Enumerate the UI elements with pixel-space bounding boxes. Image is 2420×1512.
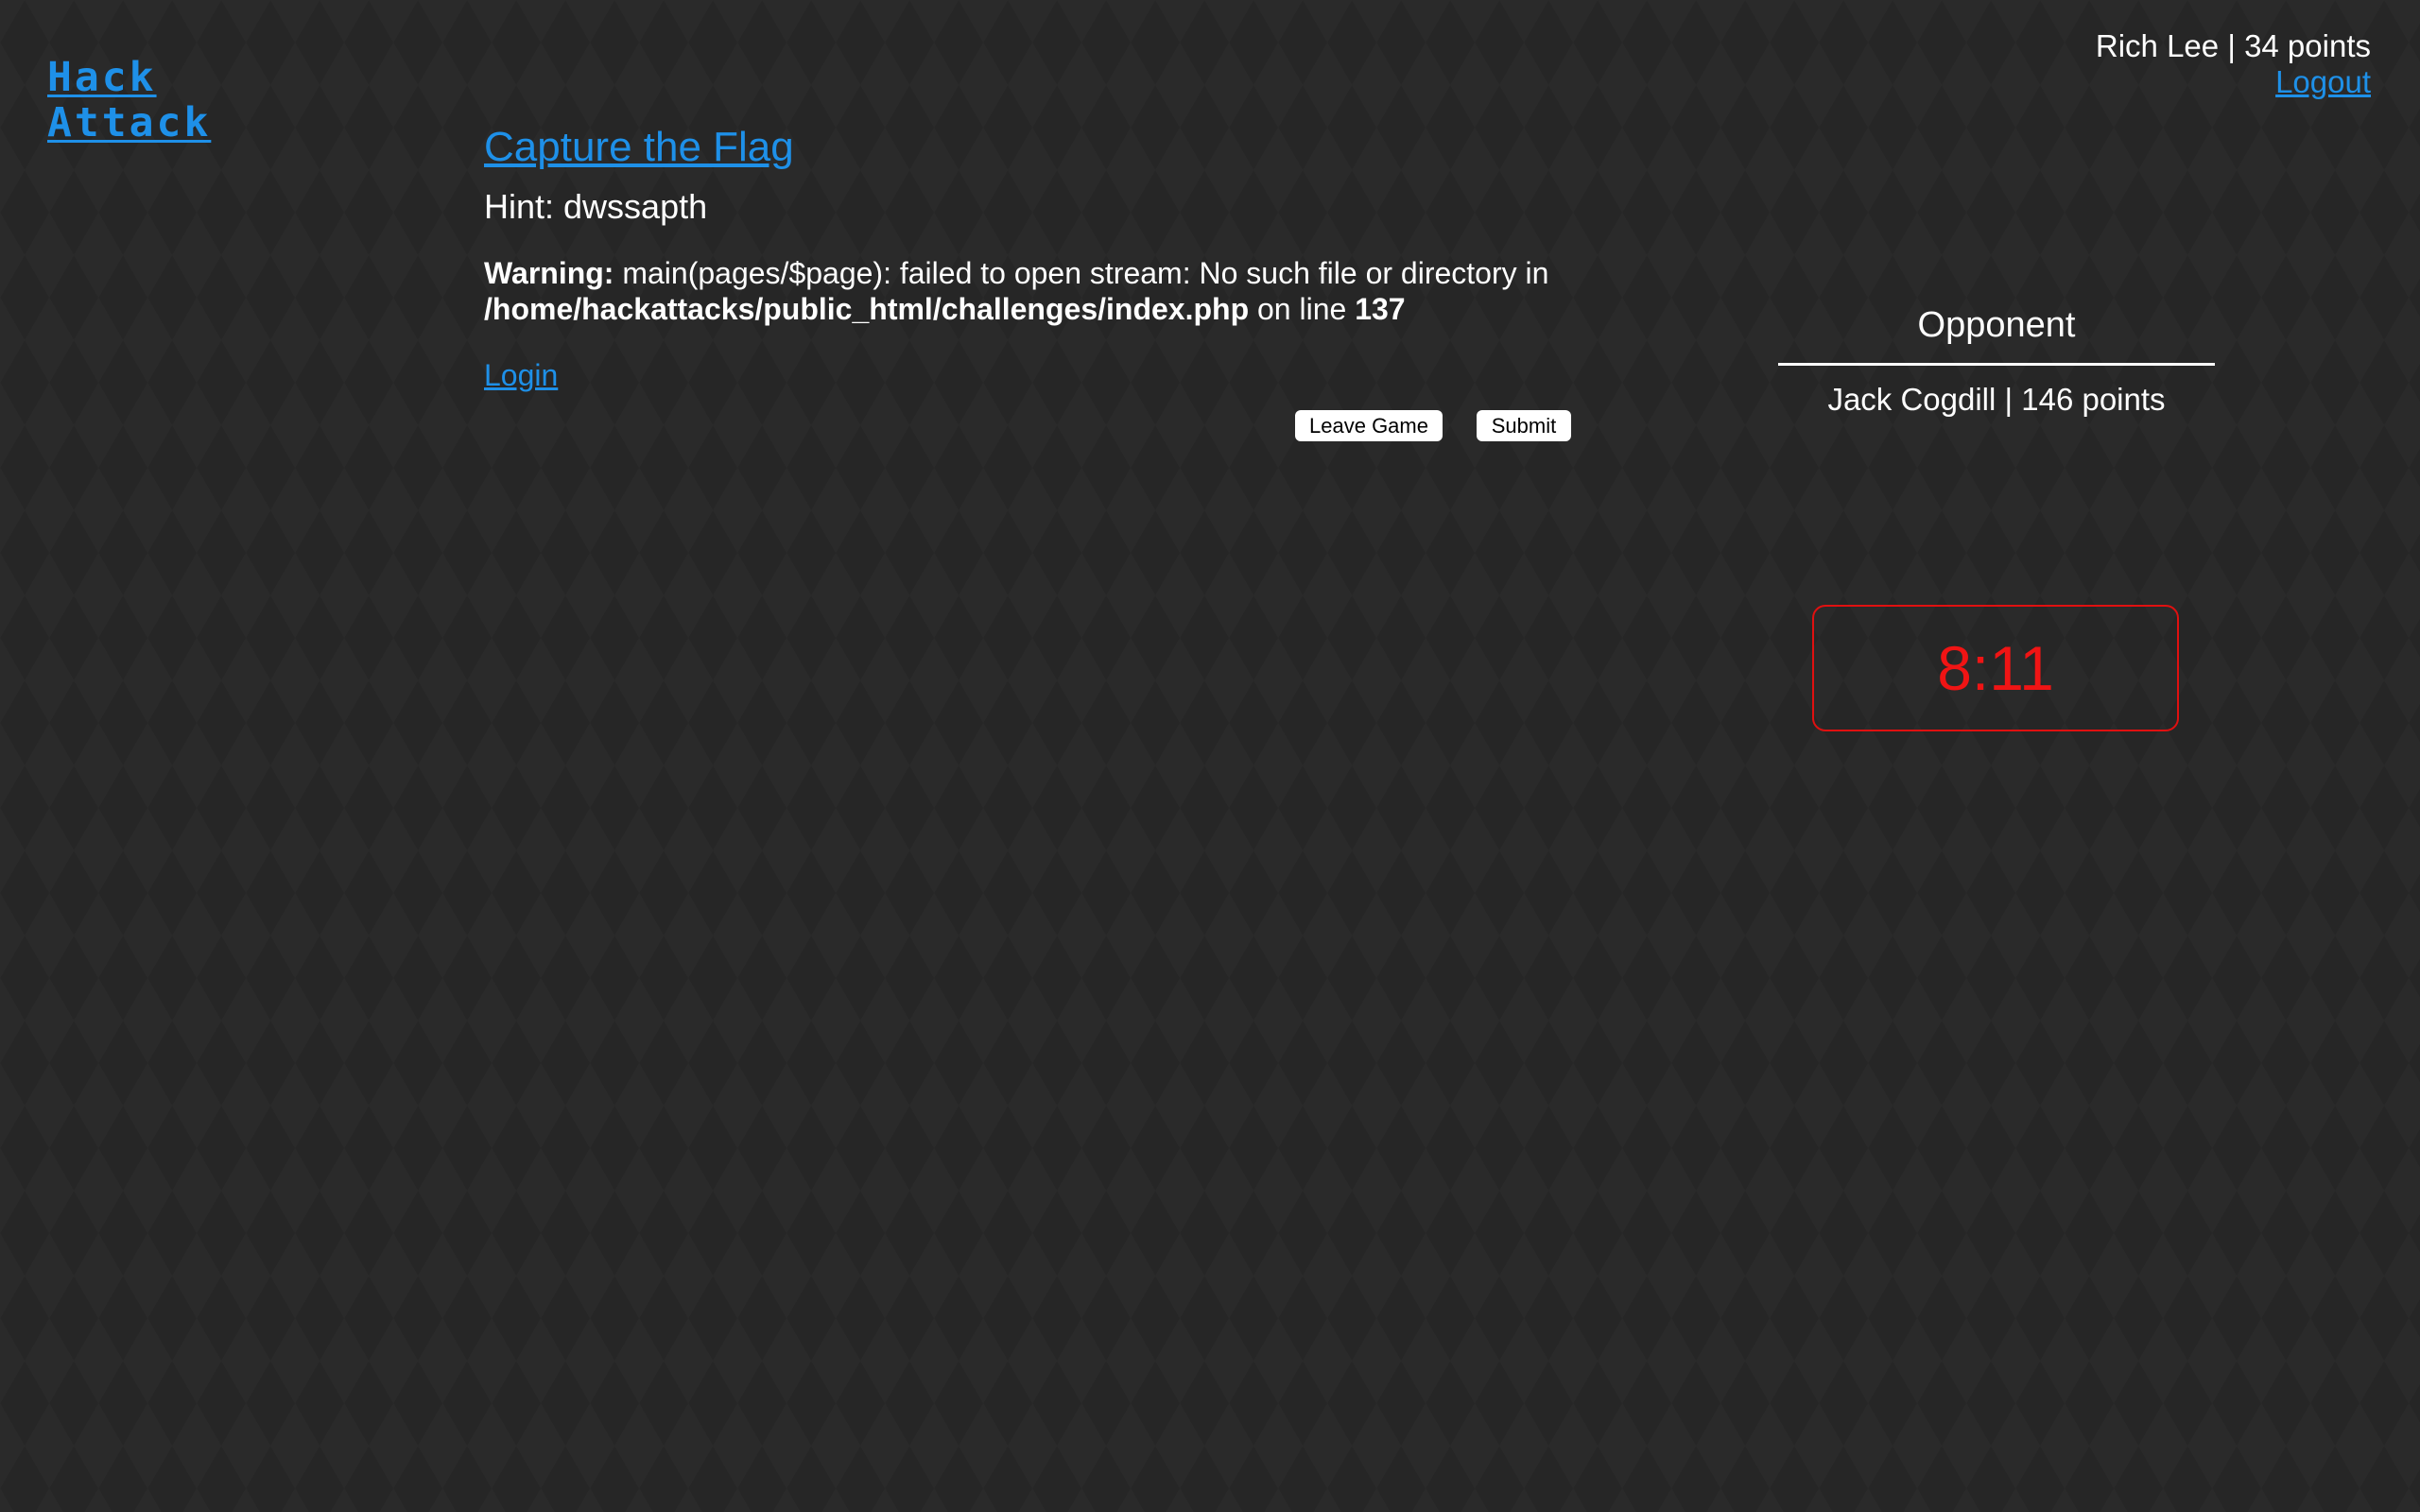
- user-summary: Rich Lee | 34 points: [2096, 28, 2371, 64]
- user-name: Rich Lee: [2095, 28, 2220, 63]
- countdown-timer: 8:11: [1812, 605, 2179, 731]
- warning-line-number: 137: [1355, 292, 1406, 326]
- warning-file-path: /home/hackattacks/public_html/challenges…: [484, 292, 1250, 326]
- timer-value: 8:11: [1937, 633, 2054, 703]
- logo-line-attack[interactable]: Attack: [47, 100, 211, 146]
- user-info: Rich Lee | 34 points Logout: [2096, 28, 2371, 100]
- warning-label: Warning:: [484, 256, 614, 290]
- site-logo[interactable]: Hack Attack: [47, 55, 211, 146]
- challenge-title-link[interactable]: Capture the Flag: [484, 121, 794, 174]
- php-warning: Warning: main(pages/$page): failed to op…: [484, 255, 1571, 327]
- opponent-player: Jack Cogdill | 146 points: [1827, 382, 2166, 417]
- login-link[interactable]: Login: [484, 357, 558, 393]
- challenge-panel: Capture the Flag Hint: dwssapth Warning:…: [484, 121, 1571, 393]
- logo-line-hack[interactable]: Hack: [47, 55, 211, 100]
- opponent-heading: Opponent: [1778, 301, 2215, 366]
- warning-on-line: on line: [1249, 292, 1356, 326]
- user-points: 34 points: [2244, 28, 2371, 63]
- user-separator: |: [2227, 28, 2236, 63]
- logout-link[interactable]: Logout: [2275, 64, 2371, 100]
- leave-game-button[interactable]: Leave Game: [1295, 410, 1443, 441]
- challenge-hint: Hint: dwssapth: [484, 187, 708, 226]
- submit-button[interactable]: Submit: [1477, 410, 1571, 441]
- warning-message: main(pages/$page): failed to open stream…: [614, 256, 1549, 290]
- opponent-panel: Opponent Jack Cogdill | 146 points: [1778, 301, 2215, 419]
